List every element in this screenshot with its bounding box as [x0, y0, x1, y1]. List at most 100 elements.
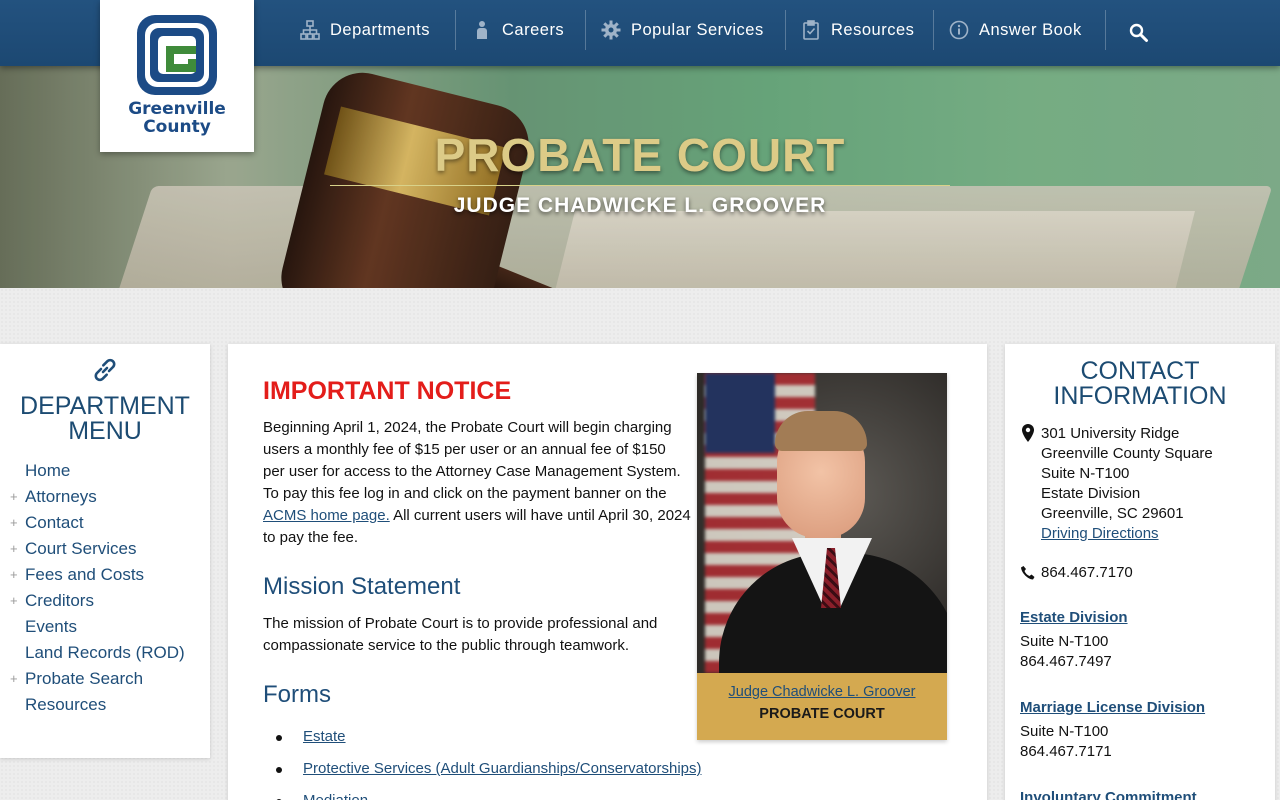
expand-plus-icon[interactable]: + [10, 562, 18, 588]
nav-divider [455, 10, 456, 50]
forms-heading: Forms [263, 681, 331, 708]
expand-plus-icon[interactable]: + [10, 510, 18, 536]
division-suite: Suite N-T100 [1020, 633, 1109, 650]
nav-departments[interactable]: Departments [300, 10, 430, 50]
hair-shape [775, 411, 867, 451]
involuntary-commitment-block: Involuntary Commitment [1020, 788, 1197, 800]
page-subtitle: JUDGE CHADWICKE L. GROOVER [453, 194, 827, 217]
marriage-license-block: Marriage License Division Suite N-T100 8… [1020, 698, 1205, 762]
menu-item-label: Resources [25, 695, 107, 714]
form-link-protective-services[interactable]: Protective Services (Adult Guardianships… [303, 760, 702, 777]
menu-item-resources[interactable]: Resources [0, 692, 210, 718]
main-content: IMPORTANT NOTICE Beginning April 1, 2024… [228, 344, 987, 800]
greenville-county-logo[interactable]: Greenville County [100, 0, 254, 152]
nav-careers-label: Careers [502, 20, 565, 39]
menu-item-label: Fees and Costs [25, 565, 145, 584]
estate-division-link[interactable]: Estate Division [1020, 608, 1128, 628]
acms-home-link[interactable]: ACMS home page. [263, 507, 390, 524]
nav-popular-services-label: Popular Services [631, 20, 764, 39]
expand-plus-icon[interactable]: + [10, 536, 18, 562]
nav-divider [785, 10, 786, 50]
menu-item-label: Contact [25, 513, 84, 532]
expand-plus-icon[interactable]: + [10, 666, 18, 692]
list-item: Protective Services (Adult Guardianships… [263, 758, 702, 790]
nav-resources-label: Resources [831, 20, 915, 39]
form-link-estate[interactable]: Estate [303, 728, 346, 745]
flag-canton [705, 373, 775, 453]
contact-title-line2: INFORMATION [1053, 382, 1227, 410]
main-phone[interactable]: 864.467.7170 [1041, 564, 1133, 581]
contact-information-panel: CONTACT INFORMATION 301 University Ridge… [1005, 344, 1275, 800]
nav-divider [933, 10, 934, 50]
list-item: Mediation [263, 790, 702, 800]
link-icon [94, 358, 116, 382]
nav-careers[interactable]: Careers [472, 10, 564, 50]
department-menu-list: Home + Attorneys + Contact + Court Services… [0, 458, 210, 718]
judge-card: Judge Chadwicke L. Groover PROBATE COURT [697, 373, 947, 740]
menu-item-land-records[interactable]: Land Records (ROD) [0, 640, 210, 666]
menu-item-court-services[interactable]: + Court Services [0, 536, 210, 562]
clipboard-icon [803, 20, 819, 40]
judge-court-label: PROBATE COURT [759, 706, 885, 722]
nav-resources[interactable]: Resources [801, 10, 914, 50]
address-block: 301 University Ridge Greenville County S… [1041, 424, 1213, 544]
address-line: Greenville, SC 29601 [1041, 505, 1184, 522]
people-icon [477, 21, 487, 39]
map-pin-icon [1022, 424, 1034, 442]
division-suite: Suite N-T100 [1020, 723, 1109, 740]
mission-heading: Mission Statement [263, 573, 461, 600]
mission-body: The mission of Probate Court is to provi… [263, 615, 658, 654]
info-icon [949, 20, 969, 40]
phone-icon [1021, 566, 1035, 580]
division-phone: 864.467.7497 [1020, 653, 1112, 670]
menu-item-creditors[interactable]: + Creditors [0, 588, 210, 614]
menu-item-label: Attorneys [25, 487, 97, 506]
menu-item-label: Home [25, 461, 71, 480]
logo-text-line1: Greenville [128, 99, 226, 119]
forms-list: Estate Protective Services (Adult Guardi… [263, 726, 702, 800]
menu-item-label: Probate Search [25, 669, 144, 688]
address-line: Greenville County Square [1041, 445, 1213, 462]
division-phone: 864.467.7171 [1020, 743, 1112, 760]
hero-divider [330, 185, 950, 186]
menu-item-label: Court Services [25, 539, 137, 558]
expand-plus-icon[interactable]: + [10, 588, 18, 614]
department-menu-panel: DEPARTMENT MENU Home + Attorneys + Contact… [0, 344, 210, 758]
address-line: 301 University Ridge [1041, 425, 1180, 442]
menu-item-probate-search[interactable]: + Probate Search [0, 666, 210, 692]
menu-item-home[interactable]: Home [0, 458, 210, 484]
menu-item-events[interactable]: Events [0, 614, 210, 640]
county-seal-icon [137, 15, 217, 95]
menu-item-label: Events [25, 617, 77, 636]
nav-answer-book-label: Answer Book [979, 20, 1082, 39]
form-link-mediation[interactable]: Mediation [303, 792, 368, 800]
contact-title-line1: CONTACT [1080, 357, 1200, 385]
judge-name-link[interactable]: Judge Chadwicke L. Groover [697, 681, 947, 703]
department-menu-title: DEPARTMENT MENU [0, 394, 210, 444]
department-menu-title-line1: DEPARTMENT [20, 392, 190, 420]
notice-heading: IMPORTANT NOTICE [263, 377, 512, 405]
nav-popular-services[interactable]: Popular Services [601, 10, 764, 50]
estate-division-block: Estate Division Suite N-T100 864.467.749… [1020, 608, 1128, 672]
notice-body: Beginning April 1, 2024, the Probate Cou… [263, 417, 691, 549]
driving-directions-link[interactable]: Driving Directions [1041, 524, 1213, 544]
address-line: Suite N-T100 [1041, 465, 1130, 482]
address-line: Estate Division [1041, 485, 1141, 502]
org-chart-icon [300, 20, 320, 40]
list-item: Estate [263, 726, 702, 758]
nav-departments-label: Departments [330, 20, 430, 39]
nav-divider [585, 10, 586, 50]
nav-answer-book[interactable]: Answer Book [949, 10, 1082, 50]
nav-divider [1105, 10, 1106, 50]
search-icon[interactable] [1129, 23, 1149, 43]
menu-item-attorneys[interactable]: + Attorneys [0, 484, 210, 510]
judge-caption: Judge Chadwicke L. Groover PROBATE COURT [697, 673, 947, 740]
contact-title: CONTACT INFORMATION [1005, 359, 1275, 409]
judge-photo [697, 373, 947, 673]
involuntary-commitment-link[interactable]: Involuntary Commitment [1020, 788, 1197, 800]
notice-text: Beginning April 1, 2024, the Probate Cou… [263, 419, 681, 502]
menu-item-contact[interactable]: + Contact [0, 510, 210, 536]
marriage-license-link[interactable]: Marriage License Division [1020, 698, 1205, 718]
expand-plus-icon[interactable]: + [10, 484, 18, 510]
menu-item-fees-and-costs[interactable]: + Fees and Costs [0, 562, 210, 588]
